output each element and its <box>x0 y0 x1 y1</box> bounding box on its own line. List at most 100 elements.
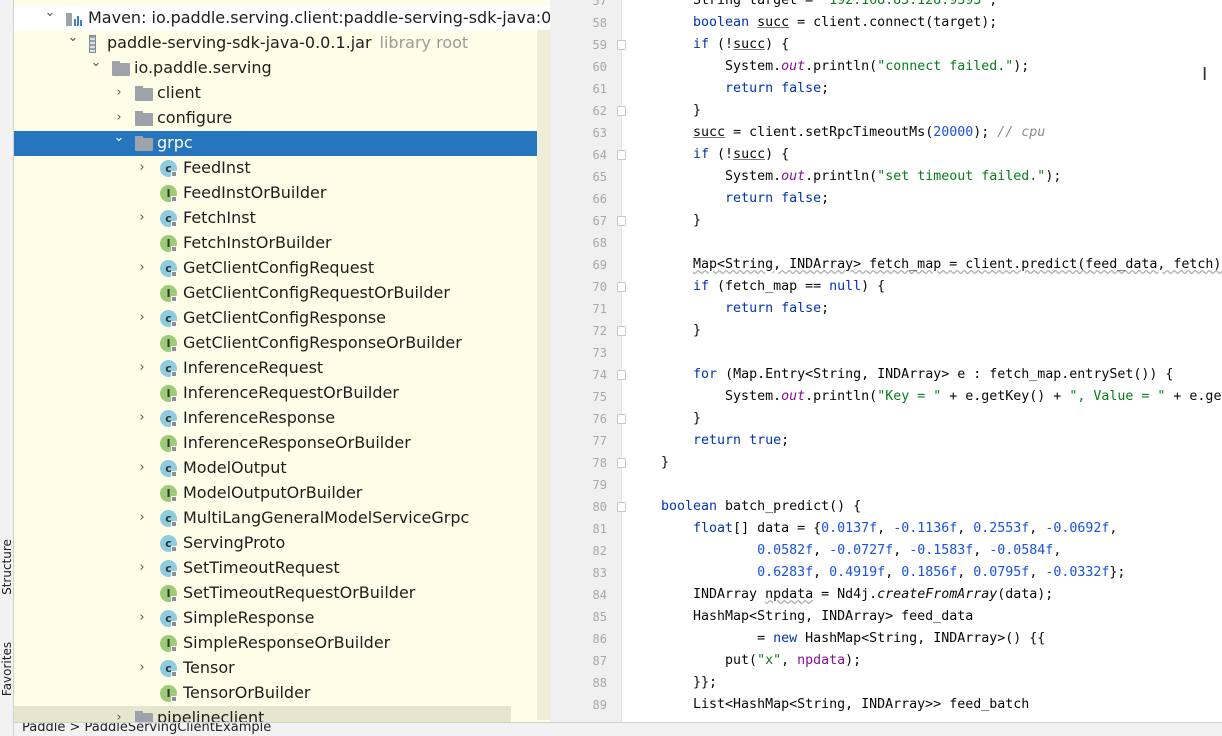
tree-item[interactable]: ⌄ Maven: io.paddle.serving.client:paddle-… <box>14 5 550 31</box>
code-line[interactable]: = new HashMap<String, INDArray>() {{ <box>661 628 1045 650</box>
code-line[interactable]: return true; <box>661 430 789 452</box>
tree-item[interactable]: I TensorOrBuilder <box>14 681 550 706</box>
code-editor[interactable]: 57 58 59 60 61 62 63 64 65 66 67 68 69 70 71 72 73 74 75 76… <box>550 0 1222 722</box>
fold-marker-icon[interactable] <box>617 502 626 512</box>
chevron-down-icon[interactable]: ⌄ <box>66 30 80 45</box>
fold-marker-icon[interactable] <box>617 106 626 116</box>
lock-icon <box>171 396 177 402</box>
tree-item[interactable]: I SimpleResponseOrBuilder <box>14 631 550 656</box>
code-line[interactable]: 0.0582f, -0.0727f, -0.1583f, -0.0584f, <box>661 540 1061 562</box>
tree-item[interactable]: ⌄ grpc <box>14 130 537 156</box>
code-line[interactable]: return false; <box>661 188 829 210</box>
tree-item[interactable]: I ModelOutputOrBuilder <box>14 481 550 506</box>
tree-item-label: InferenceRequestOrBuilder <box>183 383 399 402</box>
tree-item[interactable]: › c Tensor <box>14 656 550 681</box>
tree-item[interactable]: › configure <box>14 106 550 131</box>
code-line[interactable]: HashMap<String, INDArray> feed_data <box>661 606 973 628</box>
code-line[interactable]: boolean succ = client.connect(target); <box>661 12 997 34</box>
chevron-right-icon[interactable]: › <box>135 310 149 325</box>
code-line[interactable]: } <box>661 452 669 474</box>
code-line[interactable]: System.out.println("set timeout failed."… <box>661 166 1061 188</box>
fold-marker-icon[interactable] <box>617 414 626 424</box>
tree-item[interactable]: › c SimpleResponse <box>14 606 550 631</box>
tree-item[interactable]: › c ModelOutput <box>14 456 550 481</box>
tree-item[interactable]: I InferenceRequestOrBuilder <box>14 381 550 406</box>
tree-item[interactable]: I SetTimeoutRequestOrBuilder <box>14 581 550 606</box>
code-token: ; <box>781 433 790 448</box>
code-line[interactable]: INDArray npdata = Nd4j.createFromArray(d… <box>661 584 1053 606</box>
chevron-right-icon[interactable]: › <box>135 510 149 525</box>
tree-item[interactable]: I FeedInstOrBuilder <box>14 181 550 206</box>
chevron-right-icon[interactable]: › <box>135 660 149 675</box>
chevron-right-icon[interactable]: › <box>135 210 149 225</box>
fold-marker-icon[interactable] <box>617 216 626 226</box>
favorites-tab[interactable]: Favorites <box>0 632 14 706</box>
tree-item[interactable]: › c MultiLangGeneralModelServiceGrpc <box>14 506 550 531</box>
code-line[interactable]: if (fetch_map == null) { <box>661 276 885 298</box>
code-line[interactable]: put("x", npdata); <box>661 650 861 672</box>
fold-marker-icon[interactable] <box>617 282 626 292</box>
tree-item[interactable]: › client <box>14 81 550 106</box>
code-line[interactable]: } <box>661 408 701 430</box>
chevron-right-icon[interactable]: › <box>135 360 149 375</box>
line-number: 69 <box>592 258 607 272</box>
fold-marker-icon[interactable] <box>617 150 626 160</box>
code-line[interactable]: boolean batch_predict() { <box>661 496 861 518</box>
chevron-right-icon[interactable]: › <box>135 160 149 175</box>
tree-item[interactable]: › c InferenceResponse <box>14 406 550 431</box>
chevron-right-icon[interactable]: › <box>135 460 149 475</box>
chevron-right-icon[interactable]: › <box>112 85 126 100</box>
code-line[interactable]: String target = "192.168.83.128:9393"; <box>661 0 997 12</box>
tree-item[interactable]: I GetClientConfigResponseOrBuilder <box>14 331 550 356</box>
code-line[interactable]: System.out.println("Key = " + e.getKey()… <box>661 386 1222 408</box>
chevron-right-icon[interactable]: › <box>135 260 149 275</box>
code-line[interactable]: float[] data = {0.0137f, -0.1136f, 0.255… <box>661 518 1117 540</box>
tree-item[interactable]: I GetClientConfigRequestOrBuilder <box>14 281 550 306</box>
fold-marker-icon[interactable] <box>617 458 626 468</box>
tree-scrollbar[interactable] <box>537 30 550 720</box>
code-line[interactable]: if (!succ) { <box>661 34 789 56</box>
code-line[interactable]: for (Map.Entry<String, INDArray> e : fet… <box>661 364 1173 386</box>
tree-item[interactable]: › c InferenceRequest <box>14 356 550 381</box>
code-line[interactable]: }}; <box>661 672 717 694</box>
tree-item[interactable]: › c FeedInst <box>14 156 550 181</box>
tree-item[interactable]: › c GetClientConfigResponse <box>14 306 550 331</box>
code-line[interactable]: System.out.println("connect failed."); <box>661 56 1029 78</box>
tree-item[interactable]: I FetchInstOrBuilder <box>14 231 550 256</box>
code-line[interactable]: if (!succ) { <box>661 144 789 166</box>
chevron-right-icon[interactable]: › <box>112 110 126 125</box>
fold-marker-icon[interactable] <box>617 40 626 50</box>
code-line[interactable]: Map<String, INDArray> fetch_map = client… <box>661 254 1222 276</box>
chevron-down-icon[interactable]: ⌄ <box>89 55 103 70</box>
structure-tab[interactable]: Structure <box>0 530 14 604</box>
code-token: , <box>957 521 974 536</box>
breadcrumb[interactable]: Paddle > PaddleServingClientExample <box>22 723 271 735</box>
code-line[interactable]: return false; <box>661 78 829 100</box>
chevron-right-icon[interactable]: › <box>135 560 149 575</box>
fold-marker-icon[interactable] <box>617 326 626 336</box>
chevron-right-icon[interactable]: › <box>135 610 149 625</box>
chevron-down-icon[interactable]: ⌄ <box>43 5 57 20</box>
tree-item[interactable]: I InferenceResponseOrBuilder <box>14 431 550 456</box>
code-line[interactable]: } <box>661 320 701 342</box>
tree-item[interactable]: c ServingProto <box>14 531 550 556</box>
tree-item[interactable]: › c FetchInst <box>14 206 550 231</box>
chevron-down-icon[interactable]: ⌄ <box>112 130 126 145</box>
code-line[interactable]: succ = client.setRpcTimeoutMs(20000); //… <box>661 122 1045 144</box>
code-line[interactable]: } <box>661 210 701 232</box>
tree-item[interactable]: ⌄ io.paddle.serving <box>14 55 550 81</box>
chevron-right-icon[interactable]: › <box>135 410 149 425</box>
tree-item[interactable]: › pipelineclient <box>14 706 511 722</box>
code-token: boolean <box>661 499 718 514</box>
tree-item[interactable]: › c GetClientConfigRequest <box>14 256 550 281</box>
code-line[interactable]: } <box>661 100 701 122</box>
code-line[interactable]: 0.6283f, 0.4919f, 0.1856f, 0.0795f, -0.0… <box>661 562 1125 584</box>
code-line[interactable]: return false; <box>661 298 829 320</box>
chevron-right-icon[interactable]: › <box>112 710 126 722</box>
tree-item[interactable]: ⌄ paddle-serving-sdk-java-0.0.1.jar librar… <box>14 30 550 56</box>
tree-item[interactable]: › c SetTimeoutRequest <box>14 556 550 581</box>
fold-marker-icon[interactable] <box>617 370 626 380</box>
code-line[interactable]: List<HashMap<String, INDArray>> feed_bat… <box>661 694 1029 716</box>
code-token: , <box>1029 521 1046 536</box>
